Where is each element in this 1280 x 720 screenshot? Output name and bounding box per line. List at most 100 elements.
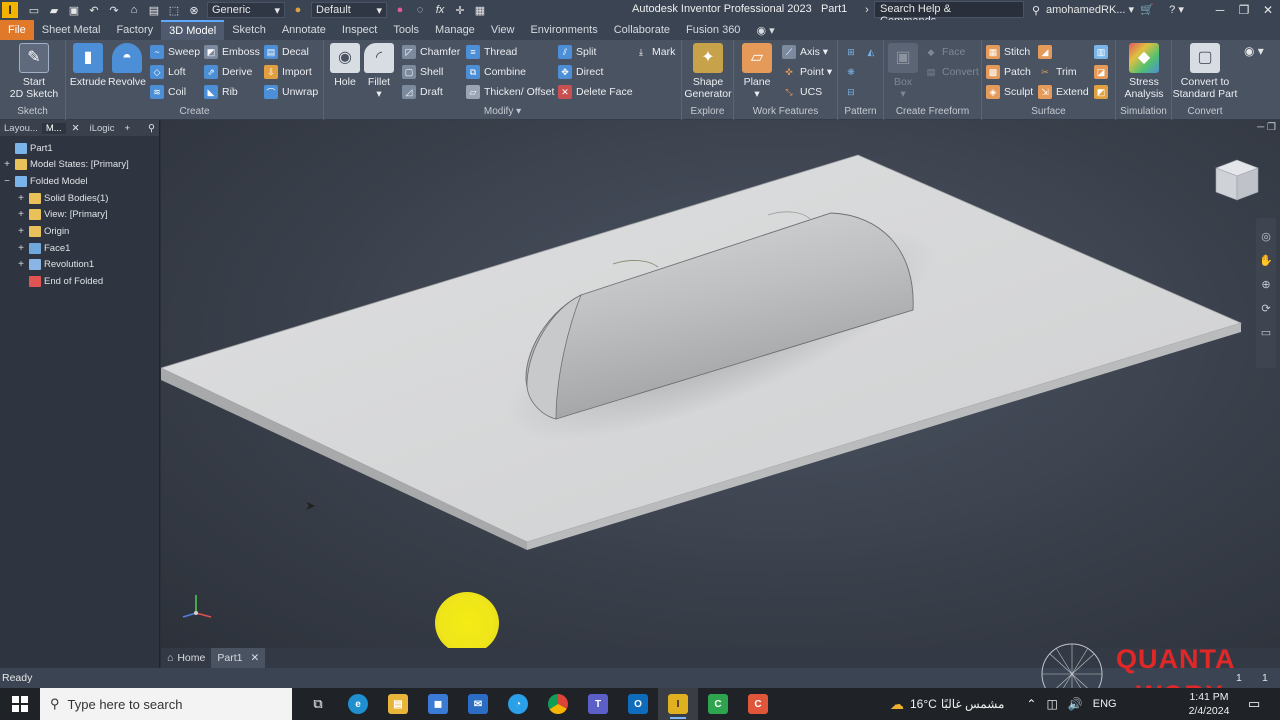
patch-button[interactable]: ▩ Patch	[986, 64, 1031, 80]
inventor-logo-icon[interactable]: I	[2, 2, 18, 18]
repair-button[interactable]: ◪	[1094, 64, 1112, 80]
minimize-icon[interactable]: ─	[1208, 0, 1232, 20]
windows-start-icon[interactable]	[0, 688, 40, 720]
tree-item[interactable]: Part1	[0, 140, 53, 156]
ruled-surface-button[interactable]: ◢	[1038, 44, 1056, 60]
draft-button[interactable]: ◿ Draft	[402, 84, 443, 100]
direct-button[interactable]: ✥ Direct	[558, 64, 603, 80]
box-dropdown-icon[interactable]: ▾	[900, 88, 905, 100]
pan-icon[interactable]: ✋	[1259, 253, 1273, 267]
search-icon[interactable]: ⚲	[1027, 1, 1045, 19]
appearance-icon[interactable]: ●	[289, 1, 307, 19]
tree-item[interactable]: + Solid Bodies(1)	[0, 190, 108, 206]
weather-temp[interactable]: 16°C	[910, 697, 937, 711]
thicken-offset-button[interactable]: ▱ Thicken/ Offset	[466, 84, 554, 100]
camtasia-red-icon[interactable]: C	[738, 688, 778, 720]
tab-file[interactable]: File	[0, 20, 34, 40]
stress-analysis-button[interactable]: ◆ Stress Analysis	[1120, 43, 1168, 100]
help-search-input[interactable]: Search Help & Commands...	[874, 1, 1024, 27]
axis-button[interactable]: ⟋ Axis ▾	[782, 44, 828, 60]
tab-manage[interactable]: Manage	[427, 20, 483, 40]
orbit-icon[interactable]: ⟳	[1259, 301, 1273, 315]
split-button[interactable]: ⫽ Split	[558, 44, 596, 60]
3d-viewport[interactable]: ─ ❐ ◎ ✋ ⊕ ⟳ ▭ ➤	[161, 120, 1280, 648]
browser-tab-layout[interactable]: Layou...	[0, 123, 42, 134]
thread-button[interactable]: ≡ Thread	[466, 44, 517, 60]
expand-icon[interactable]: +	[16, 209, 26, 220]
expand-icon[interactable]: +	[16, 226, 26, 237]
weather-desc[interactable]: مشمس غالبًا	[941, 697, 1005, 711]
appearance-adjust-icon[interactable]: ●	[391, 1, 409, 19]
task-view-icon[interactable]: ⧉	[298, 688, 338, 720]
replace-face-button[interactable]: ▥	[1094, 44, 1112, 60]
steering-wheel-icon[interactable]: ◎	[1259, 229, 1273, 243]
tab-annotate[interactable]: Annotate	[274, 20, 334, 40]
fillet-dropdown-icon[interactable]: ▾	[376, 88, 381, 100]
plane-dropdown-icon[interactable]: ▾	[754, 88, 759, 100]
point-button[interactable]: ✜ Point ▾	[782, 64, 832, 80]
tab-home[interactable]: ⌂ Home	[161, 648, 211, 668]
coil-button[interactable]: ≋ Coil	[150, 84, 186, 100]
home-icon[interactable]: ⌂	[125, 1, 143, 19]
camtasia-green-icon[interactable]: C	[698, 688, 738, 720]
mirror-button[interactable]: ◭	[864, 44, 882, 60]
outlook-icon[interactable]: O	[618, 688, 658, 720]
close-icon[interactable]: ✕	[250, 652, 259, 664]
expand-icon[interactable]: +	[16, 193, 26, 204]
clear-icon[interactable]: ⊗	[185, 1, 203, 19]
redo-icon[interactable]: ↷	[105, 1, 123, 19]
tab-environments[interactable]: Environments	[522, 20, 605, 40]
tab-sketch[interactable]: Sketch	[224, 20, 274, 40]
tree-item[interactable]: + Origin	[0, 224, 69, 240]
tab-part1[interactable]: Part1 ✕	[211, 648, 266, 668]
unwrap-button[interactable]: ⌒ Unwrap	[264, 84, 318, 100]
tab-collaborate[interactable]: Collaborate	[606, 20, 678, 40]
notification-icon[interactable]: ▭	[1248, 696, 1260, 712]
look-at-icon[interactable]: ▭	[1259, 325, 1273, 339]
add-tab-icon[interactable]: +	[124, 123, 130, 134]
expand-icon[interactable]: +	[16, 259, 26, 270]
emboss-button[interactable]: ◩ Emboss	[204, 44, 260, 60]
delete-face-button[interactable]: ✕ Delete Face	[558, 84, 633, 100]
start-2d-sketch-button[interactable]: ✎ Start 2D Sketch	[6, 43, 62, 100]
clock[interactable]: 1:41 PM 2/4/2024	[1180, 690, 1238, 718]
clear-appearance-icon[interactable]: ◌	[411, 1, 429, 19]
rib-button[interactable]: ◣ Rib	[204, 84, 238, 100]
taskbar-search-input[interactable]: ⚲ Type here to search	[40, 688, 292, 720]
chamfer-button[interactable]: ◸ Chamfer	[402, 44, 460, 60]
tab-options-icon[interactable]: ◉ ▾	[748, 20, 782, 40]
close-icon[interactable]: ✕	[72, 123, 80, 134]
tab-sheet-metal[interactable]: Sheet Metal	[34, 20, 109, 40]
decal-button[interactable]: ▤ Decal	[264, 44, 309, 60]
tab-tools[interactable]: Tools	[385, 20, 427, 40]
sketch-pattern-button[interactable]: ⊟	[844, 84, 862, 100]
shell-button[interactable]: ▢ Shell	[402, 64, 443, 80]
rect-pattern-button[interactable]: ⊞	[844, 44, 862, 60]
close-icon[interactable]: ✕	[1256, 0, 1280, 20]
sweep-button[interactable]: ~ Sweep	[150, 44, 200, 60]
ribbon-options-icon[interactable]: ◉ ▾	[1244, 44, 1264, 58]
extend-button[interactable]: ⇲ Extend	[1038, 84, 1089, 100]
hole-button[interactable]: ◉ Hole	[328, 43, 362, 88]
tab-fusion-360[interactable]: Fusion 360	[678, 20, 748, 40]
tree-item[interactable]: + Face1	[0, 240, 70, 256]
circular-pattern-button[interactable]: ❋	[844, 64, 862, 80]
import-button[interactable]: ⇩ Import	[264, 64, 312, 80]
expand-icon[interactable]: +	[2, 159, 12, 170]
expand-icon[interactable]: +	[16, 243, 26, 254]
search-icon[interactable]: ⚲	[148, 123, 155, 134]
fillet-button[interactable]: ◜ Fillet ▾	[362, 43, 396, 100]
store-icon[interactable]: ◼	[418, 688, 458, 720]
fit-mesh-button[interactable]: ◩	[1094, 84, 1112, 100]
tree-item[interactable]: + Model States: [Primary]	[0, 157, 129, 173]
mail-icon[interactable]: ✉	[458, 688, 498, 720]
network-icon[interactable]: ◫	[1046, 697, 1057, 711]
expand-icon[interactable]: −	[2, 176, 12, 187]
appearance-select[interactable]: Default ▾	[311, 2, 387, 18]
loft-button[interactable]: ◇ Loft	[150, 64, 186, 80]
browser-tab-ilogic[interactable]: iLogic	[86, 123, 119, 134]
language-indicator[interactable]: ENG	[1093, 698, 1117, 710]
edge-icon[interactable]: e	[338, 688, 378, 720]
open-icon[interactable]: ▰	[45, 1, 63, 19]
ucs-button[interactable]: ⤡ UCS	[782, 84, 822, 100]
